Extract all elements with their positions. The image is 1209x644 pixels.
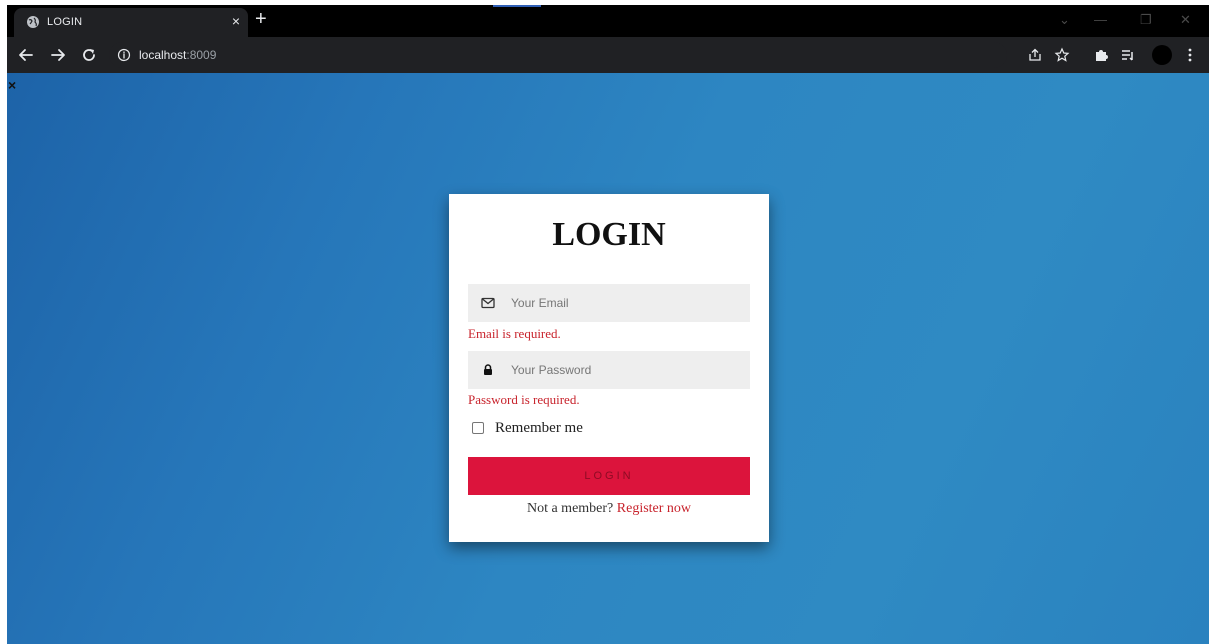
browser-window: LOGIN × + ⌄ — ❐ ✕ localhost:8009 × LOGIN… [7,5,1209,644]
address-port: :8009 [186,48,217,62]
new-tab-button[interactable]: + [255,9,267,29]
info-icon[interactable] [117,48,131,62]
register-link[interactable]: Register now [617,501,691,516]
lock-icon [484,364,492,375]
register-line: Not a member? Register now [449,501,769,517]
forward-arrow-icon[interactable] [49,46,67,64]
star-icon[interactable] [1054,47,1070,63]
share-icon[interactable] [1027,47,1043,63]
email-input[interactable] [511,284,741,322]
login-card: LOGIN Email is required. Password is req… [449,194,769,542]
register-prompt: Not a member? [526,501,614,516]
restore-icon[interactable]: ❐ [1140,13,1152,26]
address-host: localhost [139,48,187,62]
password-field-wrapper [468,351,750,389]
profile-avatar[interactable] [1152,45,1172,65]
extensions-icon[interactable] [1093,47,1109,63]
envelope-icon [481,297,495,309]
login-button[interactable]: LOGIN [468,457,750,495]
window-close-icon[interactable]: ✕ [1180,13,1191,26]
email-error: Email is required. [468,326,561,341]
login-title: LOGIN [552,216,666,253]
tab-strip: LOGIN × + ⌄ — ❐ ✕ [7,5,1209,37]
reload-icon[interactable] [80,46,98,64]
minimize-icon[interactable]: — [1094,13,1107,26]
page-close-icon[interactable]: × [8,78,16,92]
email-field-wrapper [468,284,750,322]
browser-toolbar: localhost:8009 [7,37,1209,73]
password-input[interactable] [511,351,741,389]
globe-icon [27,16,39,28]
address-url: localhost:8009 [139,48,216,62]
remember-me-checkbox[interactable] [472,422,484,434]
kebab-menu-icon[interactable] [1182,47,1198,63]
tab-login[interactable]: LOGIN × [14,8,248,37]
address-bar[interactable]: localhost:8009 [109,42,1007,68]
back-arrow-icon[interactable] [17,46,35,64]
tab-strip-accent [493,5,541,7]
password-error: Password is required. [468,392,580,407]
reading-list-icon[interactable] [1120,47,1136,63]
tab-title: LOGIN [47,16,83,28]
tab-close-icon[interactable]: × [232,14,240,28]
page-viewport: × LOGIN Email is required. Password is r… [7,73,1209,644]
remember-me-label[interactable]: Remember me [495,420,583,437]
tab-search-icon[interactable]: ⌄ [1059,13,1070,26]
